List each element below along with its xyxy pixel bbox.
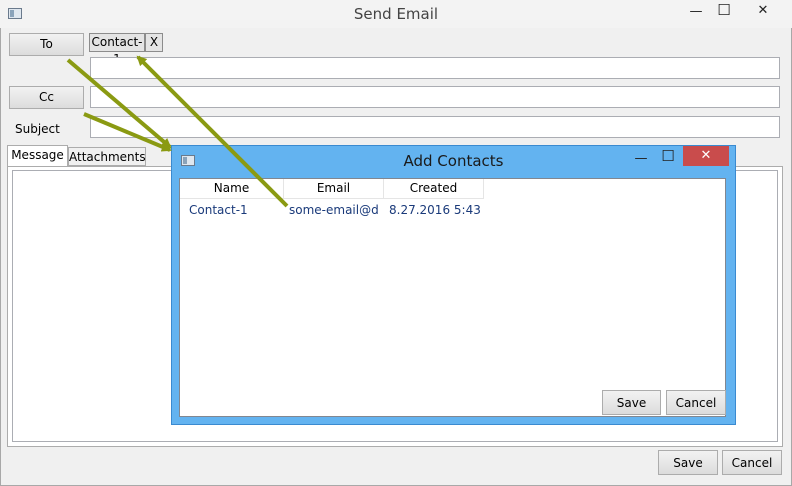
column-header-created[interactable]: Created [384,179,484,199]
dialog-minimize-icon[interactable]: — [632,149,650,169]
contacts-list[interactable]: Name Email Created Contact-1 some-email@… [179,178,726,417]
dialog-close-icon[interactable]: ✕ [683,146,729,166]
subject-label: Subject [15,122,60,136]
to-contact-chip[interactable]: Contact-1 [89,33,145,66]
minimize-icon[interactable]: — [686,2,706,22]
to-input[interactable] [90,57,780,79]
contact-created-cell: 8.27.2016 5:43 [389,203,481,217]
cc-button[interactable]: Cc [9,86,84,109]
contact-email-cell: some-email@do [289,203,379,217]
dialog-save-button[interactable]: Save [602,390,661,415]
column-header-email[interactable]: Email [284,179,384,199]
cancel-button[interactable]: Cancel [722,450,782,475]
dialog-title: Add Contacts [403,152,504,170]
maximize-icon[interactable]: ☐ [714,0,734,20]
tab-attachments[interactable]: Attachments [68,147,146,166]
dialog-maximize-icon[interactable]: ☐ [658,146,678,166]
contact-name-cell: Contact-1 [189,203,248,217]
close-icon[interactable]: ✕ [753,1,773,21]
subject-input[interactable] [90,116,780,138]
window-title: Send Email [353,5,439,23]
cc-input[interactable] [90,86,780,108]
to-button[interactable]: To [9,33,84,56]
dialog-cancel-button[interactable]: Cancel [666,390,726,415]
column-header-name[interactable]: Name [180,179,284,199]
save-button[interactable]: Save [658,450,718,475]
remove-contact-button[interactable]: X [145,33,163,52]
tab-message[interactable]: Message [7,145,68,167]
